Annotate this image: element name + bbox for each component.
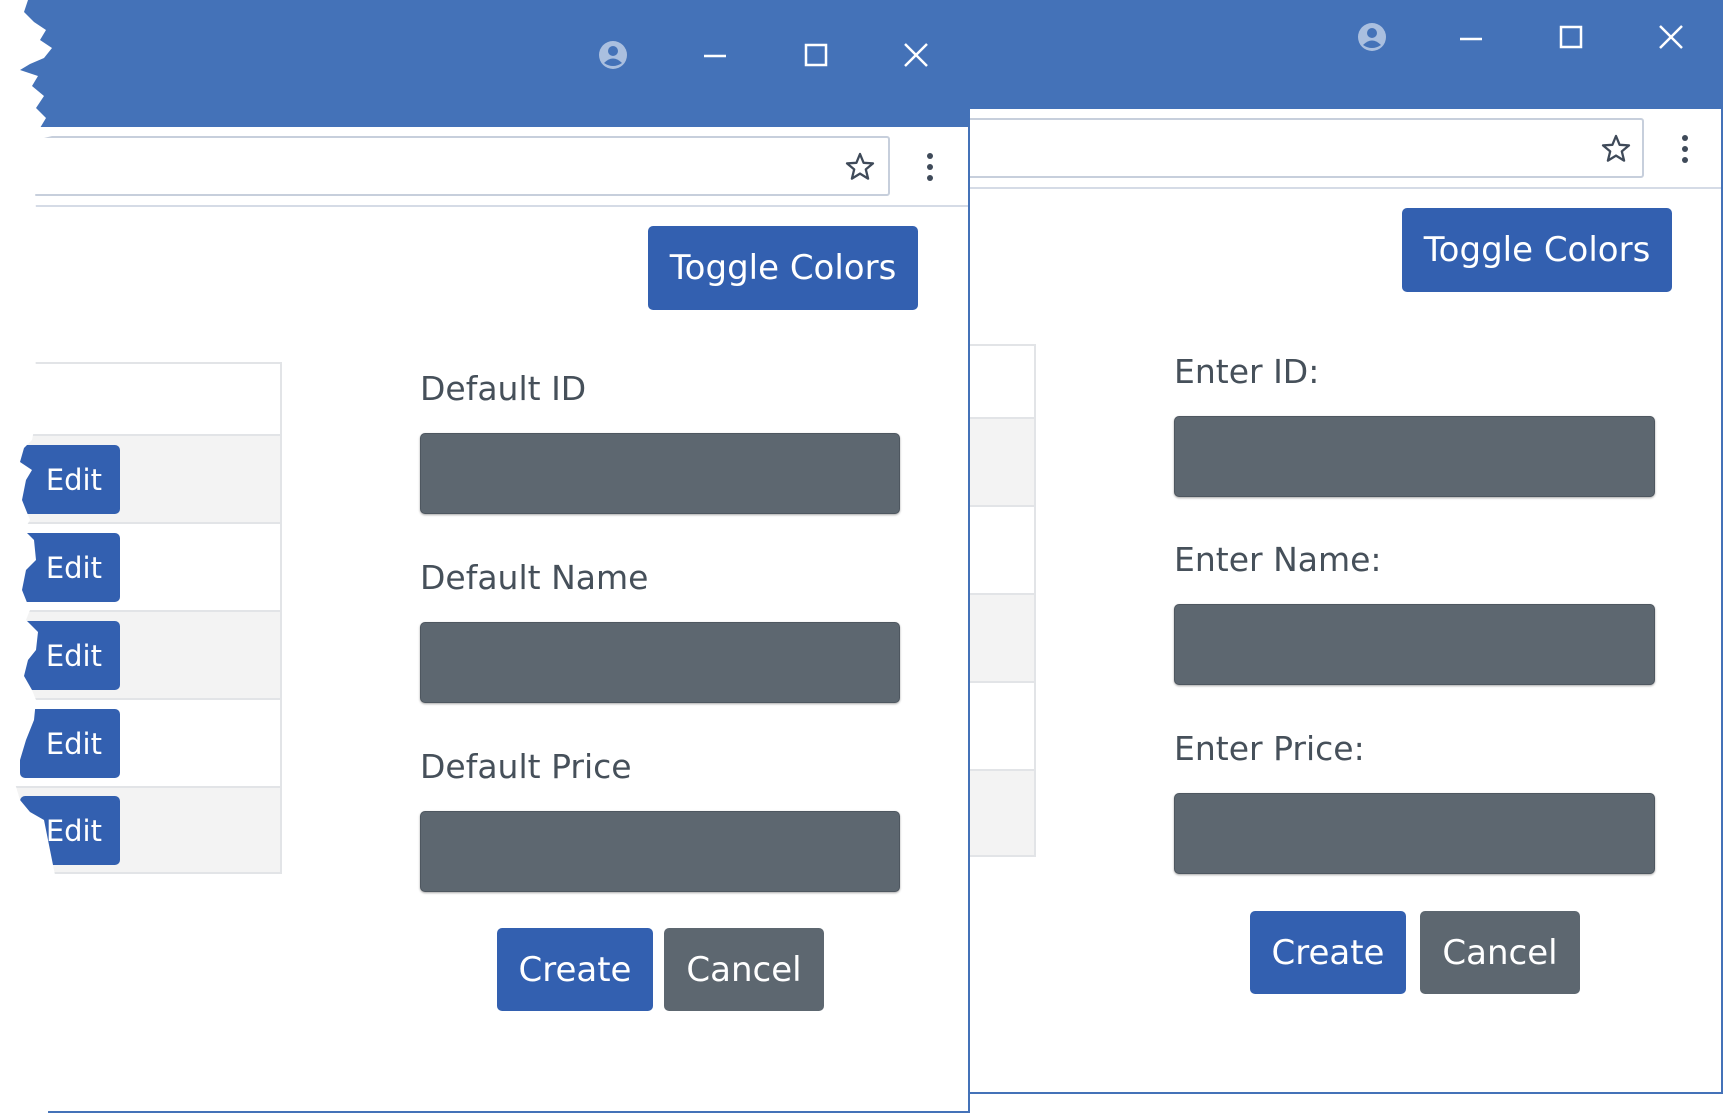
- star-icon[interactable]: [1600, 133, 1632, 169]
- cancel-button[interactable]: Cancel: [664, 928, 824, 1011]
- create-button[interactable]: Create: [497, 928, 653, 1011]
- account-circle-icon[interactable]: [596, 38, 630, 76]
- table-row: [970, 683, 1036, 771]
- price-input[interactable]: [420, 811, 900, 892]
- account-circle-icon[interactable]: [1355, 20, 1389, 58]
- torn-edge-decoration: [0, 0, 60, 1113]
- maximize-icon[interactable]: [801, 40, 831, 74]
- name-label: Enter Name:: [1174, 540, 1382, 579]
- table-row: [970, 344, 1036, 419]
- id-label: Default ID: [420, 369, 587, 408]
- browser-window-right: Toggle Colors Enter ID: Enter Name: Ente…: [968, 0, 1723, 1094]
- maximize-icon[interactable]: [1556, 22, 1586, 56]
- browser-window-left: Toggle Colors Edit Edit Edit Edit Edit D…: [0, 0, 970, 1113]
- name-input[interactable]: [420, 622, 900, 703]
- title-bar: [0, 0, 968, 127]
- address-bar[interactable]: [970, 118, 1644, 178]
- star-icon[interactable]: [844, 151, 876, 187]
- price-input[interactable]: [1174, 793, 1655, 874]
- cancel-button[interactable]: Cancel: [1420, 911, 1580, 994]
- name-input[interactable]: [1174, 604, 1655, 685]
- toggle-colors-button[interactable]: Toggle Colors: [1402, 208, 1672, 292]
- table-row: [970, 771, 1036, 857]
- close-icon[interactable]: [901, 40, 931, 74]
- id-input[interactable]: [1174, 416, 1655, 497]
- address-bar[interactable]: [0, 136, 890, 196]
- more-vert-icon[interactable]: [1680, 135, 1690, 168]
- title-bar: [970, 2, 1721, 109]
- minimize-icon[interactable]: [700, 41, 730, 75]
- id-input[interactable]: [420, 433, 900, 514]
- price-label: Enter Price:: [1174, 729, 1365, 768]
- close-icon[interactable]: [1656, 22, 1686, 56]
- toolbar-divider: [970, 187, 1721, 189]
- table-row: [970, 507, 1036, 595]
- price-label: Default Price: [420, 747, 632, 786]
- more-vert-icon[interactable]: [925, 153, 935, 186]
- table-row: [970, 419, 1036, 507]
- minimize-icon[interactable]: [1456, 24, 1486, 58]
- toolbar-divider: [0, 205, 968, 207]
- table-row: [970, 595, 1036, 683]
- create-button[interactable]: Create: [1250, 911, 1406, 994]
- id-label: Enter ID:: [1174, 352, 1320, 391]
- toggle-colors-button[interactable]: Toggle Colors: [648, 226, 918, 310]
- name-label: Default Name: [420, 558, 649, 597]
